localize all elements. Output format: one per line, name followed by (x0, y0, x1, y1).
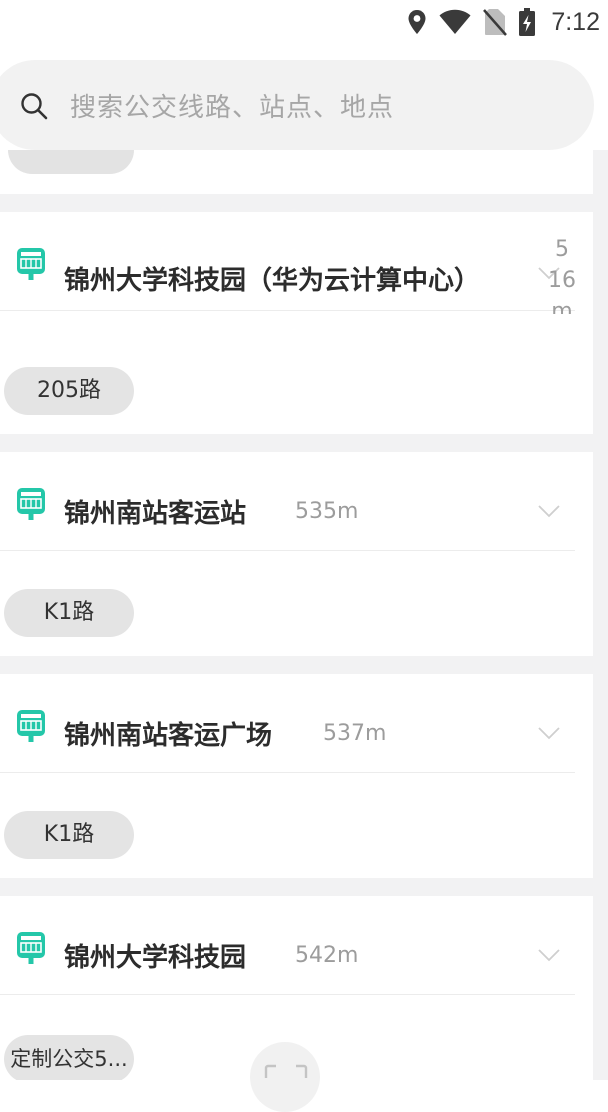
scan-icon (264, 1064, 308, 1084)
station-name: 锦州南站客运广场 (64, 721, 273, 751)
route-chip-partial[interactable] (8, 150, 134, 174)
status-icons: 7:12 (407, 4, 600, 40)
station-distance: 537m (323, 721, 387, 746)
bus-stop-icon (16, 931, 46, 969)
chevron-down-icon[interactable] (538, 948, 560, 967)
station-card[interactable]: 锦州大学科技园（华为云计算中心） 5 16 m 205路 (0, 212, 593, 434)
station-card[interactable]: 锦州南站客运广场 537m K1路 (0, 674, 593, 878)
chevron-down-icon[interactable] (538, 504, 560, 523)
no-sim-icon (483, 8, 508, 36)
station-card-header[interactable]: 锦州大学科技园（华为云计算中心） 5 16 m (0, 212, 576, 314)
search-bar[interactable]: 搜索公交线路、站点、地点 (0, 60, 594, 150)
wifi-icon (439, 9, 471, 35)
route-chip[interactable]: K1路 (4, 811, 134, 859)
location-icon (407, 9, 427, 35)
chevron-down-icon[interactable] (538, 726, 560, 745)
station-card-partial (0, 150, 593, 194)
route-chip[interactable]: K1路 (4, 589, 134, 637)
battery-charging-icon (519, 8, 536, 36)
station-name: 锦州南站客运站 (64, 499, 247, 529)
station-list[interactable]: 锦州大学科技园（华为云计算中心） 5 16 m 205路 锦州南站客运站 535… (0, 150, 608, 1080)
station-distance: 542m (295, 943, 359, 968)
station-card-header[interactable]: 锦州南站客运站 535m (0, 452, 575, 551)
bus-stop-icon (16, 487, 46, 525)
route-chip[interactable]: 定制公交5... (4, 1035, 134, 1080)
station-card[interactable]: 锦州南站客运站 535m K1路 (0, 452, 593, 656)
status-time: 7:12 (551, 7, 600, 36)
bus-stop-icon (16, 709, 46, 747)
station-card-header[interactable]: 锦州大学科技园 542m (0, 896, 575, 995)
search-icon (20, 92, 48, 124)
station-card-header[interactable]: 锦州南站客运广场 537m (0, 674, 575, 773)
station-name: 锦州大学科技园（华为云计算中心） (64, 266, 481, 296)
status-bar: 7:12 (0, 0, 608, 44)
route-chip[interactable]: 205路 (4, 367, 134, 415)
station-distance: 5 16 m (548, 237, 576, 314)
station-distance: 535m (295, 499, 359, 524)
bus-stop-icon (16, 247, 46, 285)
search-placeholder[interactable]: 搜索公交线路、站点、地点 (70, 87, 394, 124)
station-name: 锦州大学科技园 (64, 943, 247, 973)
